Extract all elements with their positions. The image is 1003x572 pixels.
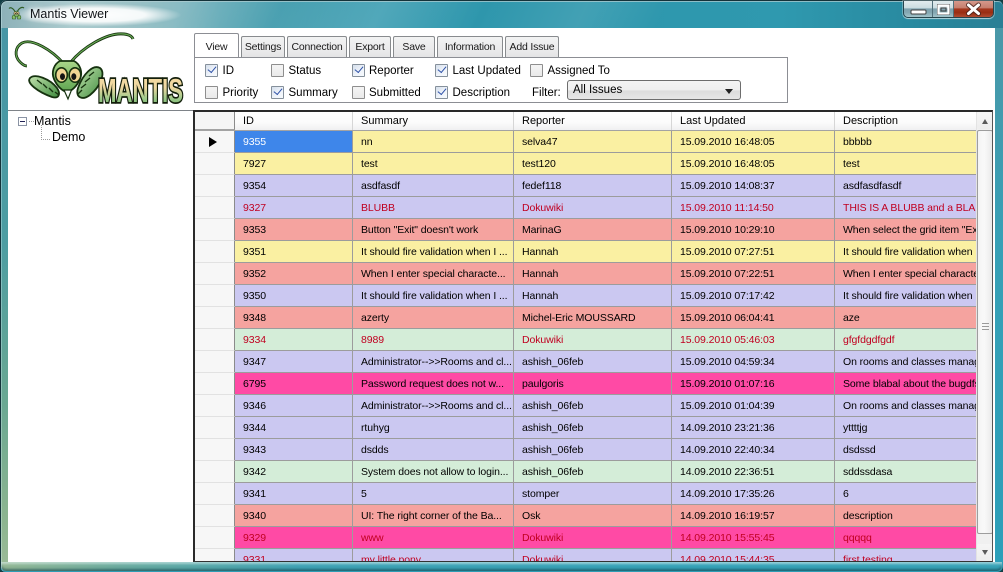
svg-text:MANTIS: MANTIS xyxy=(98,72,183,109)
